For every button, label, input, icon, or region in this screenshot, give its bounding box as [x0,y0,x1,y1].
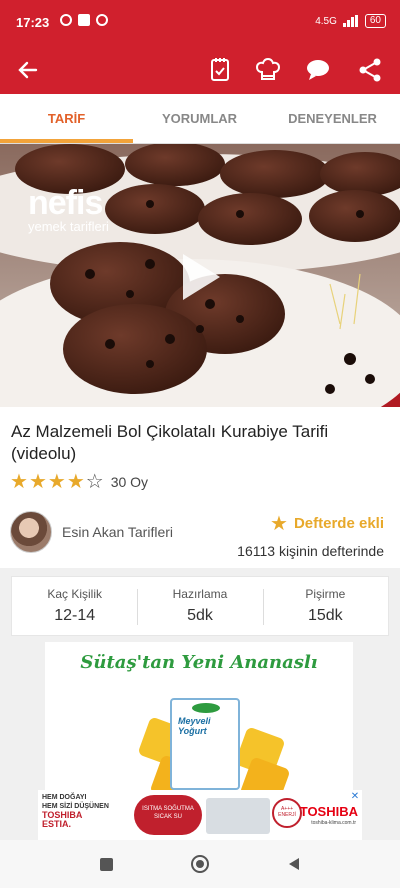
stat-label: Pişirme [305,587,346,601]
pack-brand-logo [192,703,220,713]
square-icon [99,857,113,871]
stat-label: Hazırlama [172,587,228,601]
author-name: Esin Akan Tarifleri [62,524,174,540]
banner-pill: ISITMA SOĞUTMA SICAK SU [134,795,202,835]
stat-value: 5dk [187,607,213,624]
network-label: 4.5G [315,15,337,27]
ac-units-image [206,798,270,834]
recipe-rating[interactable]: ★ ★ ★ ★ ☆ 30 Oy [10,469,148,494]
stat-value: 15dk [307,607,343,624]
favorite-button[interactable]: ★ Defterde ekli [270,511,384,536]
recipe-tabs: TARİF YORUMLAR DENEYENLER [0,94,400,144]
alarm-icon [60,14,72,26]
share-icon [359,58,381,82]
system-nav-bar [0,840,400,888]
favorite-label: Defterde ekli [293,515,384,532]
star-filled-icon: ★ [28,471,47,493]
nefis-logo: nefis yemek tarifleri [28,186,109,234]
active-tab-indicator [0,139,133,143]
banner-site: toshiba-klima.com.tr [311,820,356,826]
triangle-back-icon [289,858,299,870]
ad-headline: Sütaş'tan Yeni Ananaslı [80,652,318,673]
energy-badge: A+++ ENERJİ [272,798,302,828]
banner-line: HEM DOĞAYI [42,794,87,801]
pack-name: Meyveli Yoğurt [178,716,211,736]
favorite-count: 16113 kişinin defterinde [237,543,384,559]
banner-text: HEM DOĞAYI HEM SİZİ DÜŞÜNEN TOSHIBA ESTI… [42,793,109,829]
back-nav-button[interactable] [282,852,306,876]
recents-button[interactable] [94,852,118,876]
circle-icon [191,855,209,873]
author-link[interactable]: Esin Akan Tarifleri [10,511,173,553]
arrow-left-icon [18,61,38,79]
logo-main: nefis [28,184,103,222]
app-toolbar [0,46,400,94]
recipe-info: Az Malzemeli Bol Çikolatalı Kurabiye Tar… [0,407,400,568]
yogurt-pack-image: Meyveli Yoğurt [170,698,240,790]
stat-cook: Pişirme 15dk [262,577,388,635]
status-right: 4.5G 60 [315,14,386,28]
banner-line: ESTIA. [42,819,72,829]
stat-servings: Kaç Kişilik 12-14 [12,577,137,635]
stat-label: Kaç Kişilik [47,587,102,601]
star-filled-icon: ★ [66,471,85,493]
logo-sub: yemek tarifleri [28,219,109,234]
star-filled-icon: ★ [10,471,28,493]
ad-close-icon[interactable]: ✕ [348,790,362,804]
back-button[interactable] [12,54,44,86]
home-button[interactable] [188,852,212,876]
share-button[interactable] [354,54,386,86]
signal-icon [342,15,358,27]
tab-yorumlar[interactable]: YORUMLAR [133,94,266,144]
banner-ad[interactable]: HEM DOĞAYI HEM SİZİ DÜŞÜNEN TOSHIBA ESTI… [38,790,362,840]
chef-hat-icon [255,57,281,80]
toshiba-logo: TOSHIBA [299,804,358,819]
star-empty-icon: ☆ [85,471,104,493]
notebook-button[interactable] [204,54,236,86]
star-icon: ★ [270,513,288,535]
advertisement[interactable]: Sütaş'tan Yeni Ananaslı Meyveli Yoğurt [45,642,353,790]
recipe-stats: Kaç Kişilik 12-14 Hazırlama 5dk Pişirme … [11,576,389,636]
chef-button[interactable] [252,54,284,86]
location-icon [96,14,108,26]
notebook-check-icon [211,58,229,81]
status-time: 17:23 [16,15,50,30]
chat-bubble-icon [307,60,329,80]
battery-indicator: 60 [364,14,386,28]
notification-icons [60,14,108,26]
app-notification-icon [78,14,90,26]
vote-count: 30 Oy [110,473,149,490]
recipe-title: Az Malzemeli Bol Çikolatalı Kurabiye Tar… [11,422,329,463]
avatar [10,511,52,553]
recipe-video[interactable]: nefis yemek tarifleri [0,144,400,407]
tab-tarif[interactable]: TARİF [0,94,133,144]
stat-value: 12-14 [54,607,96,624]
status-bar: 17:23 4.5G 60 [0,0,400,46]
tab-deneyenler[interactable]: DENEYENLER [266,94,399,144]
stat-prep: Hazırlama 5dk [137,577,262,635]
comments-button[interactable] [302,54,334,86]
star-filled-icon: ★ [47,471,66,493]
